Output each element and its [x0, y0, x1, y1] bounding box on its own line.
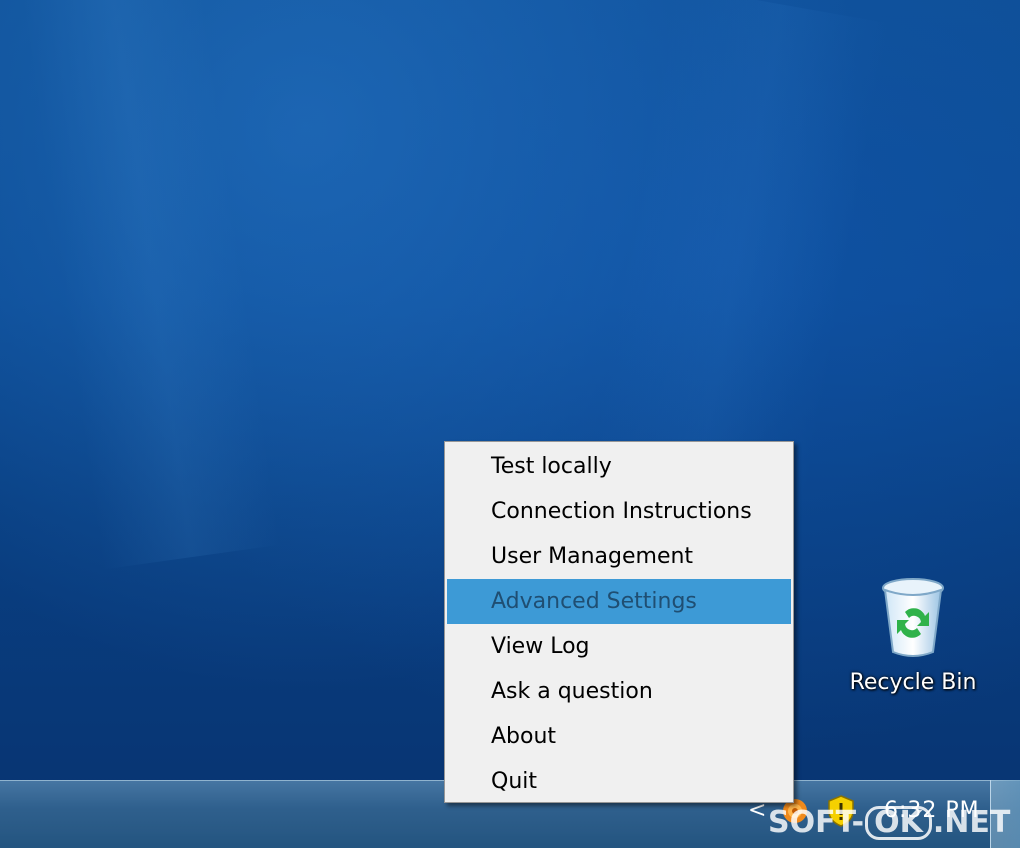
menu-item-advanced-settings[interactable]: Advanced Settings [447, 579, 791, 624]
watermark-part: .NET [932, 805, 1011, 840]
menu-item-quit[interactable]: Quit [447, 759, 791, 804]
menu-item-ask-a-question[interactable]: Ask a question [447, 669, 791, 714]
menu-item-user-management[interactable]: User Management [447, 534, 791, 579]
recycle-bin-icon [882, 578, 944, 657]
tray-context-menu: Test locally Connection Instructions Use… [444, 441, 794, 803]
desktop-icon-recycle-bin[interactable]: Recycle Bin [838, 576, 988, 706]
menu-item-about[interactable]: About [447, 714, 791, 759]
recycle-bin-label: Recycle Bin [849, 670, 977, 695]
watermark-part: OK [865, 806, 932, 840]
menu-item-view-log[interactable]: View Log [447, 624, 791, 669]
menu-item-connection-instructions[interactable]: Connection Instructions [447, 489, 791, 534]
watermark-logo: SOFT- OK .NET [768, 806, 1010, 840]
menu-item-test-locally[interactable]: Test locally [447, 444, 791, 489]
wallpaper-light-streak [19, 0, 281, 570]
watermark-part: SOFT- [768, 805, 865, 840]
